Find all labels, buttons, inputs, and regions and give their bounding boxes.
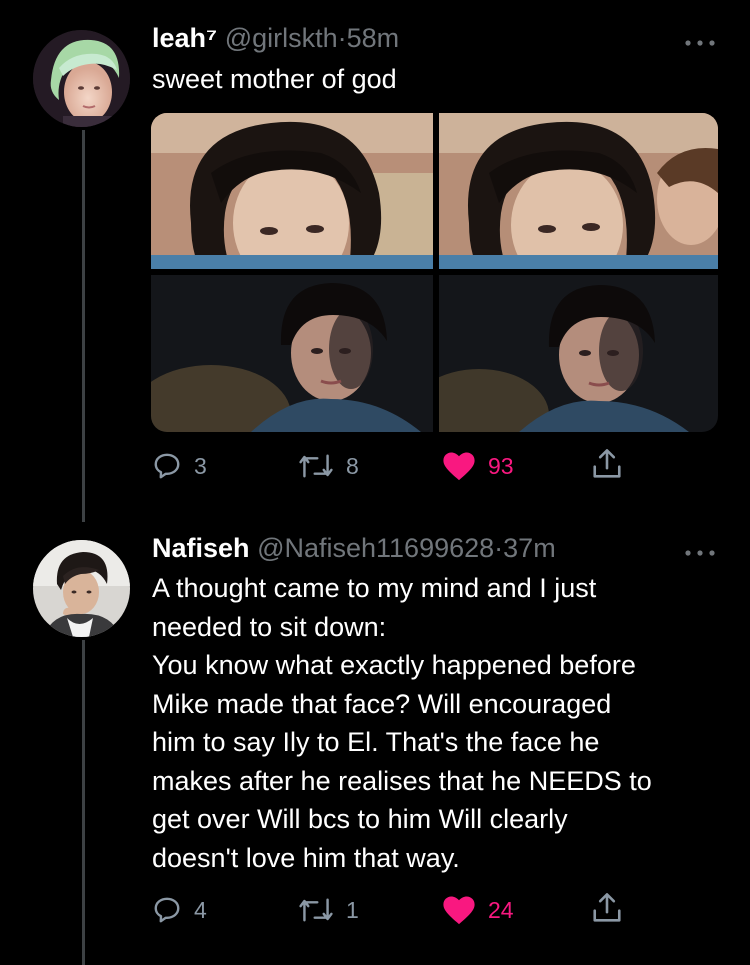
media-image[interactable] (439, 113, 718, 269)
display-name[interactable]: leah⁷ (152, 23, 217, 53)
tweet-text-line: needed to sit down: (152, 611, 387, 642)
tweet-text: sweet mother of god (152, 60, 732, 99)
tweet-text-line: Mike made that face? Will encouraged (152, 688, 612, 719)
media-image[interactable] (151, 113, 433, 269)
avatar[interactable] (33, 540, 130, 637)
retweet-icon (298, 895, 334, 925)
tweet-text-line: sweet mother of god (152, 64, 397, 94)
like-count: 24 (488, 896, 514, 923)
share-button[interactable] (592, 891, 622, 925)
media-grid[interactable] (151, 113, 718, 432)
timestamp[interactable]: 58m (347, 23, 400, 53)
like-button[interactable]: 24 (442, 893, 514, 927)
like-button[interactable]: 93 (442, 449, 514, 483)
retweet-count: 8 (346, 452, 359, 479)
thread-line (82, 130, 85, 522)
reply-count: 3 (194, 452, 207, 479)
reply-button[interactable]: 3 (152, 449, 207, 483)
reply-count: 4 (194, 896, 207, 923)
reply-button[interactable]: 4 (152, 893, 207, 927)
tweet-text-line: makes after he realises that he NEEDS to (152, 765, 652, 796)
separator: · (494, 533, 504, 563)
reply-icon (152, 451, 182, 481)
handle[interactable]: @girlskth (225, 23, 338, 53)
retweet-button[interactable]: 1 (298, 893, 359, 927)
separator: · (337, 23, 347, 53)
like-count: 93 (488, 452, 514, 479)
tweet-header: leah⁷ @girlskth·58m (152, 22, 399, 54)
heart-icon (442, 895, 476, 925)
media-image[interactable] (151, 275, 433, 432)
tweet-text-line: him to say Ily to El. That's the face he (152, 727, 600, 757)
thread-line-lower (82, 640, 85, 965)
heart-icon (442, 451, 476, 481)
media-image[interactable] (439, 275, 718, 432)
retweet-count: 1 (346, 896, 359, 923)
tweet-text-line: A thought came to my mind and I just (152, 573, 597, 603)
handle[interactable]: @Nafiseh11699628 (257, 533, 494, 563)
avatar[interactable] (33, 30, 130, 127)
tweet-text-line: doesn't love him that way. (152, 842, 460, 873)
share-icon (592, 447, 622, 481)
retweet-icon (298, 451, 334, 481)
tweet-text-line: You know what exactly happened before (152, 650, 636, 680)
reply-icon (152, 895, 182, 925)
tweet-header: Nafiseh @Nafiseh11699628·37m (152, 532, 556, 564)
retweet-button[interactable]: 8 (298, 449, 359, 483)
share-icon (592, 891, 622, 925)
more-dots-icon[interactable] (684, 33, 716, 51)
tweet-text: A thought came to my mind and I just nee… (152, 569, 732, 877)
tweet-text-line: get over Will bcs to him Will clearly (152, 804, 568, 834)
timestamp[interactable]: 37m (503, 533, 556, 563)
display-name[interactable]: Nafiseh (152, 533, 250, 563)
share-button[interactable] (592, 447, 622, 481)
more-dots-icon[interactable] (684, 543, 716, 561)
